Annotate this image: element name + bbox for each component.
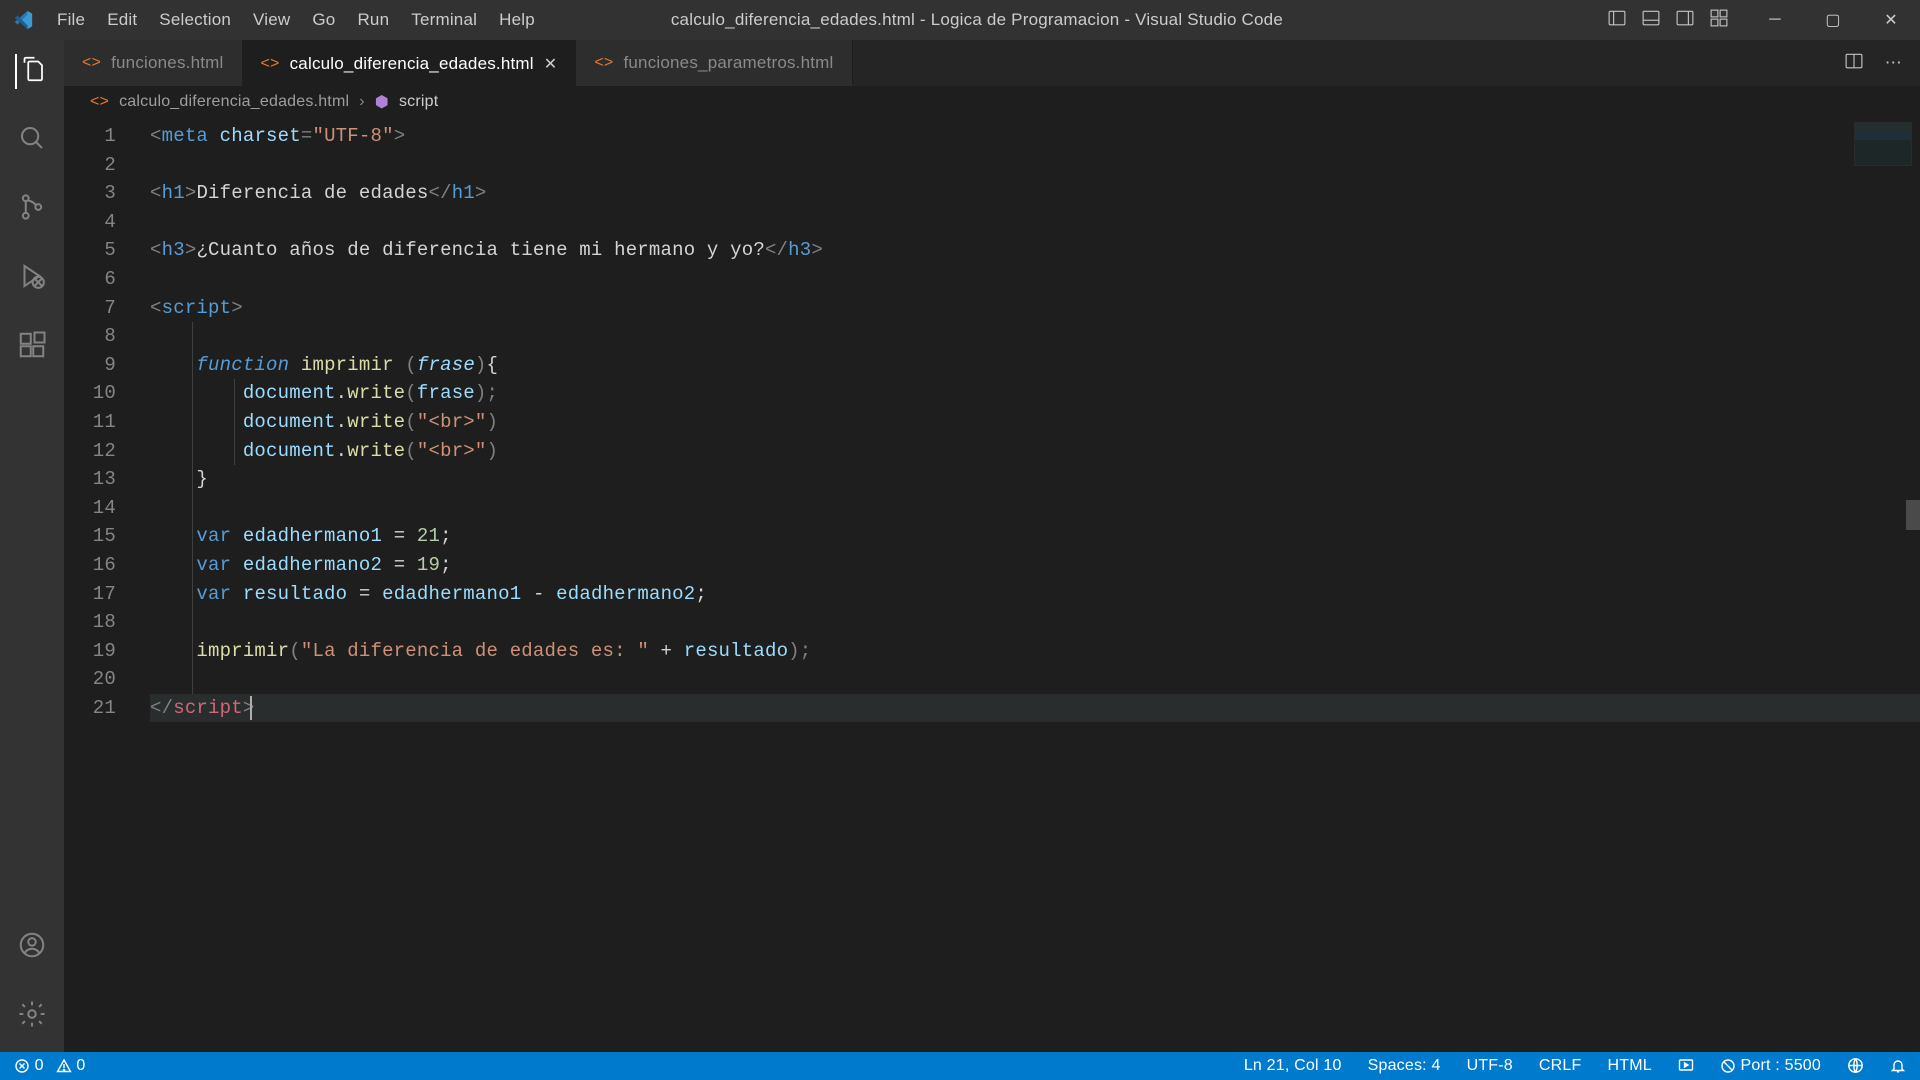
minimize-button[interactable]: ─: [1746, 10, 1804, 30]
minimap[interactable]: [1854, 122, 1912, 166]
html-file-icon: <>: [90, 93, 109, 111]
vscode-logo-icon: [0, 9, 46, 31]
status-feedback-icon[interactable]: [1847, 1057, 1864, 1075]
accounts-icon[interactable]: [17, 930, 47, 965]
window-title: calculo_diferencia_edades.html - Logica …: [546, 10, 1608, 30]
toggle-secondary-icon[interactable]: [1676, 9, 1694, 32]
status-errors[interactable]: 0: [14, 1057, 44, 1075]
breadcrumb-file[interactable]: calculo_diferencia_edades.html: [119, 93, 349, 111]
status-bell-icon[interactable]: [1890, 1057, 1906, 1075]
editor-area: <> funciones.html <> calculo_diferencia_…: [64, 40, 1920, 1052]
tab-label: funciones.html: [111, 53, 223, 73]
menu-file[interactable]: File: [46, 10, 96, 30]
html-file-icon: <>: [82, 54, 101, 72]
status-language[interactable]: HTML: [1608, 1057, 1652, 1075]
html-file-icon: <>: [261, 55, 280, 73]
scrollbar-thumb[interactable]: [1906, 500, 1920, 530]
status-live-preview-icon[interactable]: [1678, 1057, 1694, 1075]
close-button[interactable]: ✕: [1862, 10, 1920, 30]
explorer-icon[interactable]: [15, 54, 47, 89]
tab-label: calculo_diferencia_edades.html: [290, 54, 534, 74]
code-editor[interactable]: 123456789101112131415161718192021 <meta …: [64, 118, 1920, 1052]
activity-bar: [0, 40, 64, 1052]
symbol-icon: ⬢: [375, 92, 389, 112]
menu-help[interactable]: Help: [488, 10, 546, 30]
status-port[interactable]: Port : 5500: [1720, 1057, 1821, 1075]
search-icon[interactable]: [17, 123, 47, 158]
menu-view[interactable]: View: [242, 10, 301, 30]
window-controls: ─ ▢ ✕: [1746, 10, 1920, 30]
port-label: Port : 5500: [1741, 1057, 1821, 1074]
menu-run[interactable]: Run: [346, 10, 400, 30]
run-debug-icon[interactable]: [17, 261, 47, 296]
title-bar: File Edit Selection View Go Run Terminal…: [0, 0, 1920, 40]
breadcrumb-symbol[interactable]: script: [399, 93, 438, 111]
html-file-icon: <>: [594, 54, 613, 72]
status-eol[interactable]: CRLF: [1539, 1057, 1582, 1075]
menu-go[interactable]: Go: [301, 10, 346, 30]
extensions-icon[interactable]: [17, 330, 47, 365]
chevron-right-icon: ›: [359, 93, 365, 111]
close-tab-icon[interactable]: ✕: [544, 54, 558, 74]
tab-calculo-diferencia[interactable]: <> calculo_diferencia_edades.html ✕: [243, 40, 577, 86]
menu-bar: File Edit Selection View Go Run Terminal…: [46, 10, 546, 30]
status-encoding[interactable]: UTF-8: [1467, 1057, 1513, 1075]
maximize-button[interactable]: ▢: [1804, 10, 1862, 30]
line-gutter: 123456789101112131415161718192021: [64, 118, 150, 1052]
toggle-sidebar-icon[interactable]: [1608, 9, 1626, 32]
menu-selection[interactable]: Selection: [148, 10, 242, 30]
status-indent[interactable]: Spaces: 4: [1368, 1057, 1441, 1075]
source-control-icon[interactable]: [17, 192, 47, 227]
status-cursor[interactable]: Ln 21, Col 10: [1244, 1057, 1342, 1075]
error-count: 0: [35, 1057, 44, 1074]
editor-tabs: <> funciones.html <> calculo_diferencia_…: [64, 40, 1920, 86]
layout-controls: [1608, 9, 1746, 32]
code-content[interactable]: <meta charset="UTF-8"><h1>Diferencia de …: [150, 118, 1920, 1052]
menu-terminal[interactable]: Terminal: [400, 10, 488, 30]
status-bar: 0 0 Ln 21, Col 10 Spaces: 4 UTF-8 CRLF H…: [0, 1052, 1920, 1080]
customize-layout-icon[interactable]: [1710, 9, 1728, 32]
menu-edit[interactable]: Edit: [96, 10, 148, 30]
toggle-panel-icon[interactable]: [1642, 9, 1660, 32]
settings-gear-icon[interactable]: [17, 999, 47, 1034]
tab-funciones[interactable]: <> funciones.html: [64, 40, 243, 86]
more-actions-icon[interactable]: ⋯: [1885, 53, 1902, 73]
tab-label: funciones_parametros.html: [623, 53, 833, 73]
breadcrumb[interactable]: <> calculo_diferencia_edades.html › ⬢ sc…: [64, 86, 1920, 118]
warning-count: 0: [76, 1057, 85, 1074]
split-editor-icon[interactable]: [1845, 52, 1863, 75]
tab-funciones-parametros[interactable]: <> funciones_parametros.html: [576, 40, 852, 86]
status-warnings[interactable]: 0: [56, 1057, 86, 1075]
